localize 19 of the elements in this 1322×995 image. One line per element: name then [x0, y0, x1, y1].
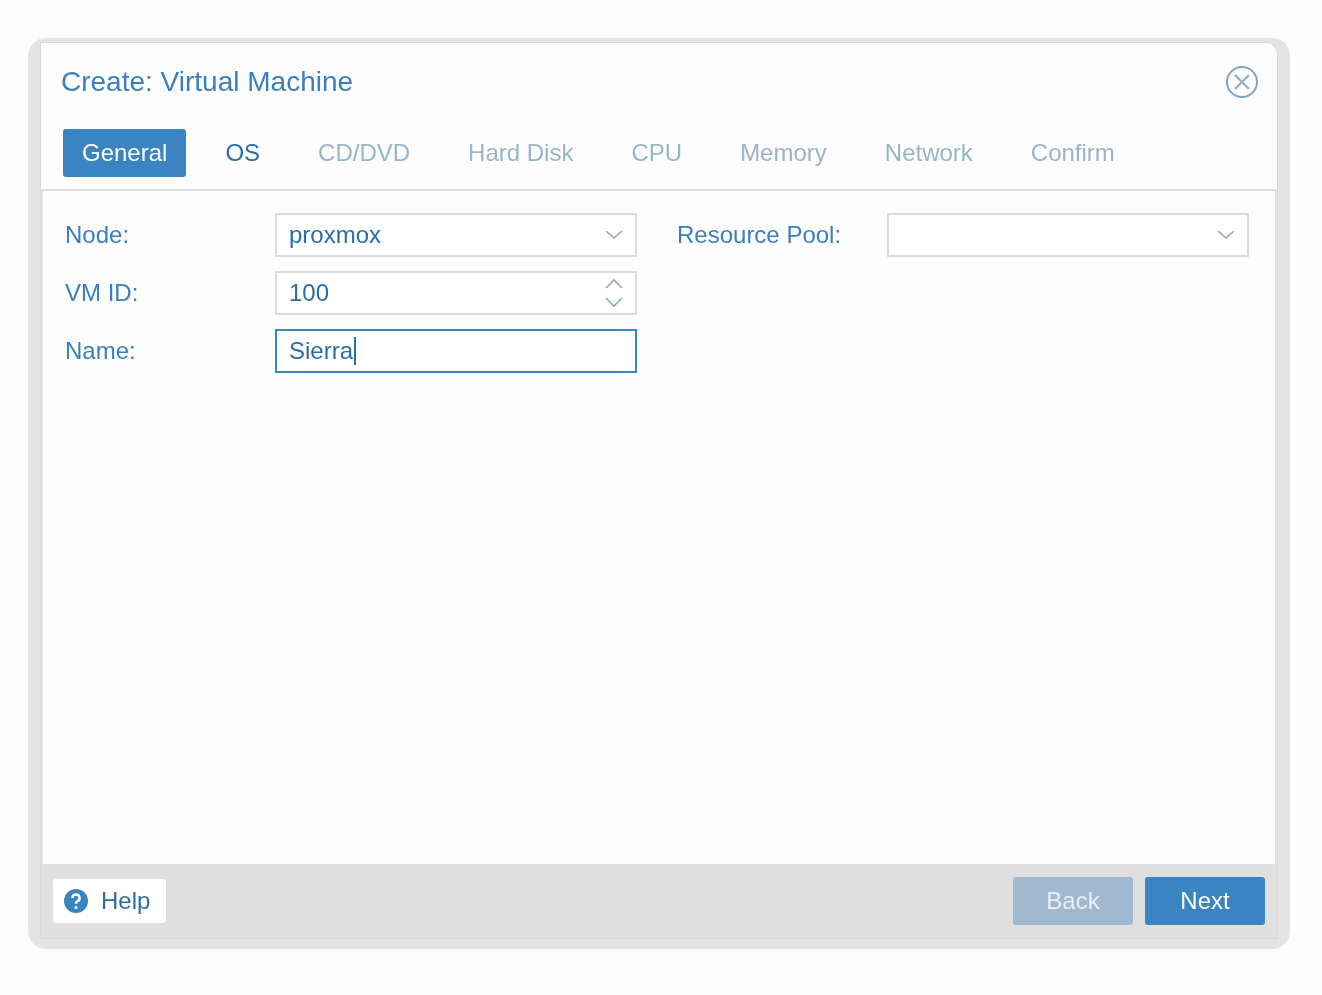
field-label: Name:	[65, 337, 137, 365]
text-cursor	[354, 337, 357, 365]
number-field[interactable]: 100	[275, 271, 637, 315]
chevron-down-icon[interactable]	[1217, 230, 1235, 240]
wizard-button[interactable]: Next	[1145, 877, 1265, 925]
close-icon[interactable]	[1225, 65, 1259, 99]
text-field[interactable]: Sierra	[275, 329, 637, 373]
wizard-tab[interactable]: OS	[206, 129, 280, 177]
question-icon	[63, 888, 89, 914]
field-label: VM ID:	[65, 279, 140, 307]
spinner-arrows-icon[interactable]	[605, 278, 623, 308]
field-label: Node:	[65, 221, 131, 249]
dropdown-field[interactable]: proxmox	[275, 213, 637, 257]
help-button[interactable]: Help	[53, 879, 167, 923]
wizard-tab[interactable]: General	[63, 129, 187, 177]
window-title: Create: Virtual Machine	[61, 66, 354, 98]
dropdown-field[interactable]	[887, 213, 1249, 257]
field-label: Resource Pool:	[677, 221, 843, 249]
chevron-down-icon[interactable]	[605, 230, 623, 240]
